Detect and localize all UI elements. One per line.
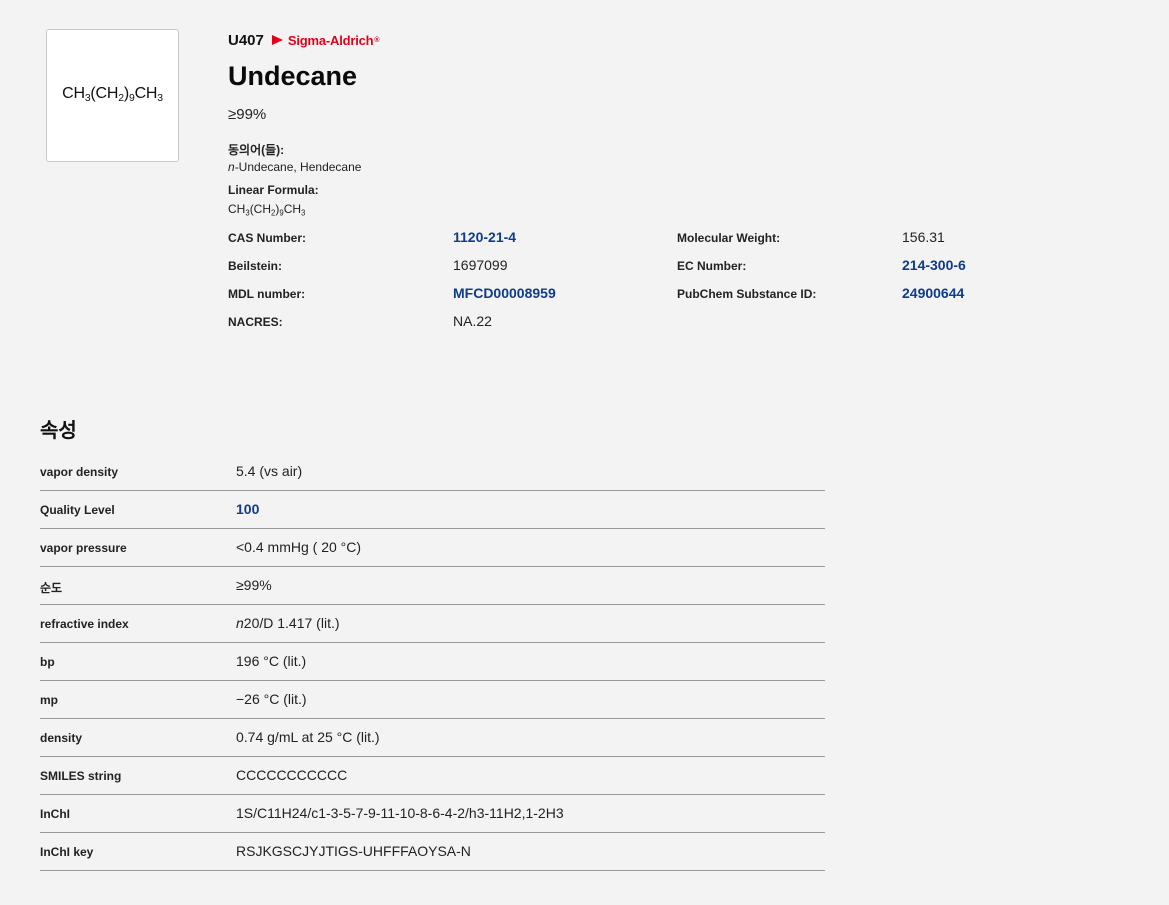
properties-table: vapor density 5.4 (vs air) Quality Level… (40, 453, 825, 871)
property-value: <0.4 mmHg ( 20 °C) (236, 539, 362, 555)
table-row: bp 196 °C (lit.) (40, 643, 825, 681)
ec-number-label: EC Number: (677, 259, 747, 273)
property-label: InChI key (40, 845, 94, 859)
molecular-weight-label: Molecular Weight: (677, 231, 781, 245)
linear-formula-label: Linear Formula: (228, 183, 319, 197)
nacres-value: NA.22 (453, 313, 492, 329)
table-row: SMILES string CCCCCCCCCCC (40, 757, 825, 795)
property-label: refractive index (40, 617, 129, 631)
property-value: n20/D 1.417 (lit.) (236, 615, 340, 631)
identifier-row: Beilstein: 1697099 EC Number: 214-300-6 (228, 256, 1128, 284)
product-header: U407 Sigma-Aldrich ® Undecane ≥99% 동의어(들… (228, 30, 1128, 217)
property-value: ≥99% (236, 577, 272, 593)
cas-number-link[interactable]: 1120-21-4 (453, 229, 516, 245)
mdl-number-label: MDL number: (228, 287, 306, 301)
table-row: refractive index n20/D 1.417 (lit.) (40, 605, 825, 643)
table-row: vapor pressure <0.4 mmHg ( 20 °C) (40, 529, 825, 567)
beilstein-value: 1697099 (453, 257, 508, 273)
table-row: Quality Level 100 (40, 491, 825, 529)
identifier-row: NACRES: NA.22 (228, 312, 1128, 340)
molecular-weight-value: 156.31 (902, 229, 945, 245)
property-value: 196 °C (lit.) (236, 653, 307, 669)
pubchem-substance-id-label: PubChem Substance ID: (677, 287, 817, 301)
product-assay: ≥99% (228, 106, 267, 123)
sku-row: U407 Sigma-Aldrich ® (228, 30, 1128, 50)
property-label: InChI (40, 807, 70, 821)
nacres-label: NACRES: (228, 315, 283, 329)
cas-number-label: CAS Number: (228, 231, 307, 245)
product-title: Undecane (228, 61, 358, 91)
pubchem-substance-id-link[interactable]: 24900644 (902, 285, 964, 301)
ec-number-link[interactable]: 214-300-6 (902, 257, 966, 273)
brand-arrow-icon (271, 35, 283, 45)
property-label: mp (40, 693, 58, 707)
structure-image[interactable]: CH3(CH2)9CH3 (46, 29, 179, 162)
identifier-row: MDL number: MFCD00008959 PubChem Substan… (228, 284, 1128, 312)
property-value: 5.4 (vs air) (236, 463, 303, 479)
table-row: InChI 1S/C11H24/c1-3-5-7-9-11-10-8-6-4-2… (40, 795, 825, 833)
property-label: vapor density (40, 465, 119, 479)
table-row: mp −26 °C (lit.) (40, 681, 825, 719)
property-value: 1S/C11H24/c1-3-5-7-9-11-10-8-6-4-2/h3-11… (236, 805, 564, 821)
brand-logo[interactable]: Sigma-Aldrich ® (271, 32, 380, 48)
mdl-number-link[interactable]: MFCD00008959 (453, 285, 556, 301)
property-label: vapor pressure (40, 541, 127, 555)
property-value: −26 °C (lit.) (236, 691, 307, 707)
property-label: SMILES string (40, 769, 122, 783)
property-value: 0.74 g/mL at 25 °C (lit.) (236, 729, 380, 745)
properties-heading: 속성 (40, 420, 77, 442)
table-row: density 0.74 g/mL at 25 °C (lit.) (40, 719, 825, 757)
table-row: vapor density 5.4 (vs air) (40, 453, 825, 491)
quality-level-link[interactable]: 100 (236, 501, 259, 517)
brand-name: Sigma-Aldrich (287, 32, 374, 48)
identifier-grid: CAS Number: 1120-21-4 Molecular Weight: … (228, 228, 1128, 340)
table-row: InChI key RSJKGSCJYJTIGS-UHFFFAOYSA-N (40, 833, 825, 871)
brand-registered-mark: ® (374, 36, 380, 44)
property-label: 순도 (40, 581, 63, 595)
synonyms-value: n-Undecane, Hendecane (228, 160, 362, 174)
property-label: Quality Level (40, 503, 115, 517)
synonyms-label: 동의어(들): (228, 143, 285, 157)
beilstein-label: Beilstein: (228, 259, 283, 273)
product-sku: U407 (228, 31, 264, 49)
property-value: CCCCCCCCCCC (236, 767, 348, 783)
identifier-row: CAS Number: 1120-21-4 Molecular Weight: … (228, 228, 1128, 256)
structure-formula: CH3(CH2)9CH3 (62, 84, 163, 104)
property-value: RSJKGSCJYJTIGS-UHFFFAOYSA-N (236, 843, 471, 859)
property-label: bp (40, 655, 55, 669)
linear-formula-value: CH3(CH2)9CH3 (228, 202, 306, 218)
table-row: 순도 ≥99% (40, 567, 825, 605)
property-label: density (40, 731, 83, 745)
